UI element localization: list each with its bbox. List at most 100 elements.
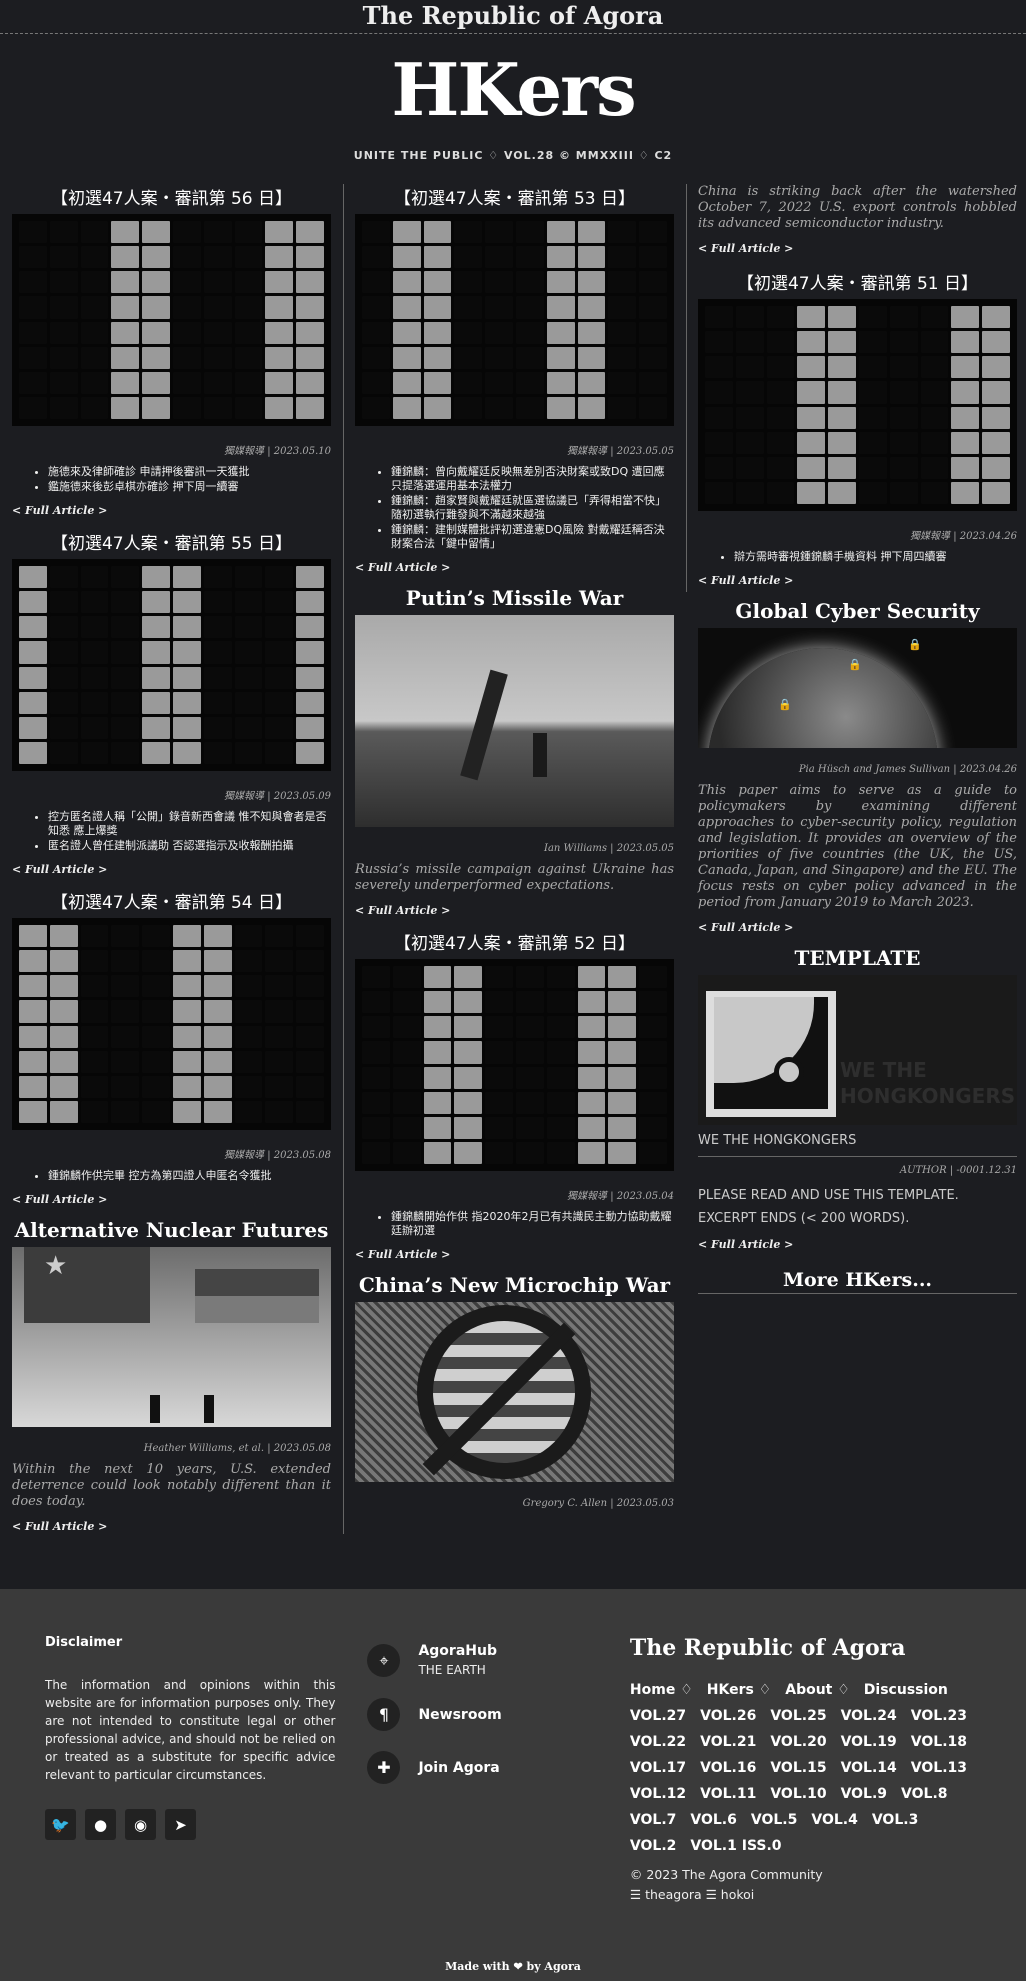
full-article-link[interactable]: < Full Article > (355, 561, 674, 574)
bullet-item: 鍾錦麟：建制媒體批評初選違憲DQ風險 對戴耀廷稱否決財案合法「鍵中留情」 (391, 523, 674, 551)
article-title[interactable]: Alternative Nuclear Futures (12, 1218, 331, 1242)
bullet-item: 鑑施德來後彭卓棋亦確診 押下周一續審 (48, 480, 331, 494)
masthead-logo[interactable]: HKers (0, 34, 1026, 149)
defendants-mosaic-photo[interactable] (698, 299, 1017, 511)
handles[interactable]: ☰ theagora ☰ hokoi (630, 1885, 981, 1905)
vol-row: VOL.22 VOL.21 VOL.20 VOL.19 VOL.18 (630, 1729, 981, 1755)
disclaimer-text: The information and opinions within this… (45, 1678, 336, 1782)
footer-link-join[interactable]: ✚ Join Agora (367, 1751, 605, 1784)
vol-link[interactable]: VOL.19 (841, 1734, 897, 1750)
vol-row: VOL.7 VOL.6 VOL.5 VOL.4 VOL.3 (630, 1807, 981, 1833)
full-article-link[interactable]: < Full Article > (12, 1520, 331, 1533)
footer-brand-title[interactable]: The Republic of Agora (630, 1635, 981, 1661)
footer: Disclaimer The information and opinions … (0, 1589, 1026, 1953)
disclaimer-title: Disclaimer (45, 1635, 123, 1650)
vol-link[interactable]: VOL.2 (630, 1838, 676, 1854)
article-title[interactable]: TEMPLATE (698, 946, 1017, 970)
defendants-mosaic-photo[interactable] (12, 918, 331, 1130)
link-title[interactable]: Join Agora (418, 1760, 499, 1776)
vol-link[interactable]: VOL.8 (901, 1786, 947, 1802)
nav-about[interactable]: About ♢ (785, 1682, 850, 1698)
vol-link[interactable]: VOL.4 (811, 1812, 857, 1828)
missile-silhouette (460, 669, 508, 781)
person-silhouette (204, 1395, 214, 1423)
article-title[interactable]: 【初選47人案・審訊第 54 日】 (12, 888, 331, 913)
vol-link[interactable]: VOL.13 (911, 1760, 967, 1776)
vol-link[interactable]: VOL.15 (770, 1760, 826, 1776)
article-title[interactable]: Global Cyber Security (698, 599, 1017, 623)
full-article-link[interactable]: < Full Article > (355, 904, 674, 917)
article-title[interactable]: 【初選47人案・審訊第 51 日】 (698, 269, 1017, 294)
full-article-link[interactable]: < Full Article > (698, 242, 1017, 255)
vol-link[interactable]: VOL.16 (700, 1760, 756, 1776)
vol-link[interactable]: VOL.23 (911, 1708, 967, 1724)
more-hkers-link[interactable]: More HKers... (698, 1269, 1017, 1294)
telegram-icon[interactable]: ➤ (165, 1809, 196, 1840)
full-article-link[interactable]: < Full Article > (12, 863, 331, 876)
full-article-link[interactable]: < Full Article > (698, 1238, 1017, 1251)
nav-home[interactable]: Home ♢ (630, 1682, 693, 1698)
bullet-item: 控方匿名證人稱「公開」錄音新西會議 惟不知與會者是否知悉 應上爆獎 (48, 810, 331, 838)
article-credit: 獨媒報導 | 2023.05.05 (567, 446, 674, 457)
leaders-handshake-photo[interactable]: ★ (12, 1247, 331, 1427)
vol-link[interactable]: VOL.24 (841, 1708, 897, 1724)
defendants-mosaic-photo[interactable] (355, 959, 674, 1171)
article-columns: 【初選47人案・審訊第 56 日】 獨媒報導 | 2023.05.10 施德來及… (0, 184, 1026, 1545)
cyber-globe-photo[interactable]: 🔒 🔒 🔒 (698, 628, 1017, 748)
lock-icon: 🔒 (908, 638, 922, 651)
missile-field-photo[interactable] (355, 615, 674, 827)
full-article-link[interactable]: < Full Article > (12, 1193, 331, 1206)
vol-link[interactable]: VOL.5 (751, 1812, 797, 1828)
vol-link[interactable]: VOL.27 (630, 1708, 686, 1724)
full-article-link[interactable]: < Full Article > (12, 504, 331, 517)
site-topbar-title[interactable]: The Republic of Agora (0, 0, 1026, 34)
nav-discussion[interactable]: Discussion (864, 1682, 948, 1698)
article-card: TEMPLATE WE THE HONGKONGERS WE THE HONGK… (698, 946, 1017, 1251)
article-title[interactable]: 【初選47人案・審訊第 53 日】 (355, 184, 674, 209)
nav-hkers[interactable]: HKers ♢ (707, 1682, 771, 1698)
vol-link[interactable]: VOL.22 (630, 1734, 686, 1750)
social-links: 🐦 ● ◉ ➤ (45, 1809, 335, 1840)
vol-link[interactable]: VOL.17 (630, 1760, 686, 1776)
defendants-mosaic-photo[interactable] (12, 559, 331, 771)
vol-link[interactable]: VOL.21 (700, 1734, 756, 1750)
person-silhouette (150, 1395, 160, 1423)
article-title[interactable]: 【初選47人案・審訊第 55 日】 (12, 529, 331, 554)
full-article-link[interactable]: < Full Article > (698, 921, 1017, 934)
article-card: 【初選47人案・審訊第 54 日】 獨媒報導 | 2023.05.08 鍾錦麟作… (12, 888, 331, 1206)
vol-link[interactable]: VOL.7 (630, 1812, 676, 1828)
vol-link[interactable]: VOL.14 (841, 1760, 897, 1776)
vol-link[interactable]: VOL.26 (700, 1708, 756, 1724)
vol-link[interactable]: VOL.9 (841, 1786, 887, 1802)
vol-link[interactable]: VOL.6 (690, 1812, 736, 1828)
article-title[interactable]: China’s New Microchip War (355, 1273, 674, 1297)
tagline: UNITE THE PUBLIC ♢ VOL.28 © MMXXIII ♢ C2 (353, 149, 673, 162)
reddit-icon[interactable]: ◉ (125, 1809, 156, 1840)
footer-link-agorahub[interactable]: ⌖ AgoraHub THE EARTH (367, 1643, 605, 1678)
footer-link-newsroom[interactable]: ¶ Newsroom (367, 1698, 605, 1731)
full-article-link[interactable]: < Full Article > (355, 1248, 674, 1261)
full-article-link[interactable]: < Full Article > (698, 574, 1017, 587)
article-title[interactable]: 【初選47人案・審訊第 52 日】 (355, 929, 674, 954)
twitter-icon[interactable]: 🐦 (45, 1809, 76, 1840)
we-the-hongkongers-logo[interactable]: WE THE HONGKONGERS (698, 975, 1017, 1125)
link-title[interactable]: AgoraHub (418, 1643, 497, 1659)
footer-disclaimer: Disclaimer The information and opinions … (45, 1635, 335, 1953)
vol-link[interactable]: VOL.20 (770, 1734, 826, 1750)
defendants-mosaic-photo[interactable] (355, 214, 674, 426)
defendants-mosaic-photo[interactable] (12, 214, 331, 426)
vol-link[interactable]: VOL.18 (911, 1734, 967, 1750)
link-title[interactable]: Newsroom (418, 1707, 501, 1723)
vol-link[interactable]: VOL.12 (630, 1786, 686, 1802)
logo-wordmark: WE THE HONGKONGERS (840, 1057, 1015, 1109)
article-credit: AUTHOR | -0001.12.31 (899, 1165, 1017, 1176)
vol-link[interactable]: VOL.25 (770, 1708, 826, 1724)
vol-link[interactable]: VOL.10 (770, 1786, 826, 1802)
vol-link[interactable]: VOL.1 ISS.0 (690, 1838, 781, 1854)
article-title[interactable]: 【初選47人案・審訊第 56 日】 (12, 184, 331, 209)
github-icon[interactable]: ● (85, 1809, 116, 1840)
article-title[interactable]: Putin’s Missile War (355, 586, 674, 610)
vol-link[interactable]: VOL.11 (700, 1786, 756, 1802)
microchip-circuit-photo[interactable] (355, 1302, 674, 1482)
vol-link[interactable]: VOL.3 (872, 1812, 918, 1828)
